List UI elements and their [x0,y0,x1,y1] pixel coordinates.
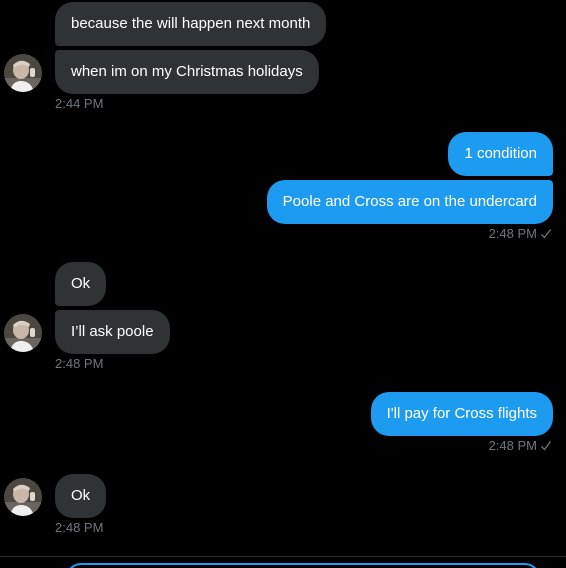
message-timestamp: 2:48 PM [489,438,552,454]
message-text: Ok [71,487,91,504]
message-text: Ok [71,275,91,292]
message-timestamp: 2:48 PM [489,226,552,242]
message-bubble-incoming[interactable]: Ok [55,262,107,306]
check-icon [541,229,552,239]
message-composer-input[interactable] [66,563,540,568]
check-icon [541,441,552,451]
message-text: 1 condition [464,145,537,162]
message-bubble-incoming[interactable]: Ok [55,474,107,518]
timestamp-text: 2:48 PM [488,226,537,241]
message-text: because the will happen next month [71,15,311,32]
avatar[interactable] [4,54,42,92]
message-text: Poole and Cross are on the undercard [282,193,537,210]
message-bubble-outgoing[interactable]: I'll pay for Cross flights [370,392,553,436]
message-bubble-incoming[interactable]: when im on my Christmas holidays [55,50,319,94]
composer-divider [0,556,566,557]
dm-conversation: because the will happen next month when … [0,0,566,568]
message-bubble-outgoing[interactable]: 1 condition [448,132,553,176]
message-bubble-outgoing[interactable]: Poole and Cross are on the undercard [266,180,553,224]
message-text: I'll pay for Cross flights [386,405,537,422]
avatar[interactable] [4,314,42,352]
avatar[interactable] [4,478,42,516]
avatar-photo-icon [4,54,42,92]
timestamp-text: 2:48 PM [488,438,537,453]
message-timestamp: 2:48 PM [55,520,104,535]
message-bubble-incoming[interactable]: I’ll ask poole [55,310,170,354]
avatar-photo-icon [4,314,42,352]
message-timestamp: 2:48 PM [55,356,104,371]
message-text: I’ll ask poole [71,323,154,340]
message-bubble-incoming[interactable]: because the will happen next month [55,2,327,46]
message-timestamp: 2:44 PM [55,96,104,111]
avatar-photo-icon [4,478,42,516]
message-text: when im on my Christmas holidays [71,63,303,80]
